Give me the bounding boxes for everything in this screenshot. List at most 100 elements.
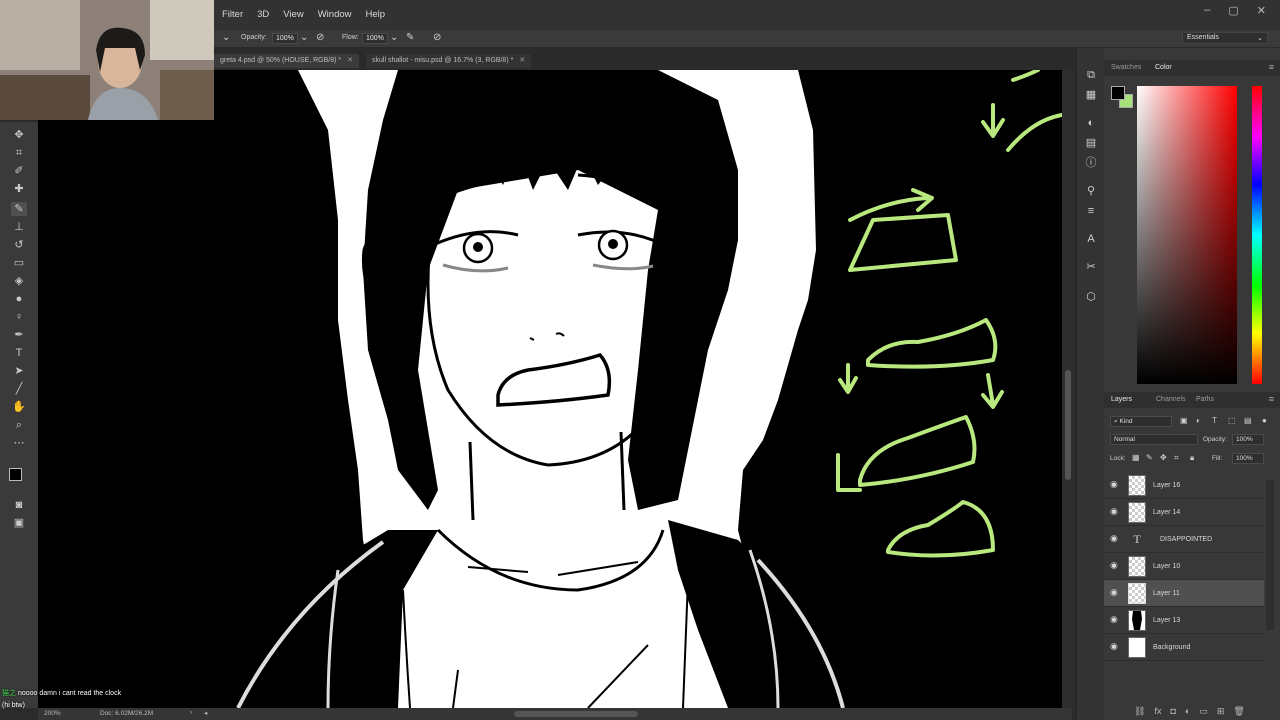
- pen-tool-icon[interactable]: ✒: [11, 328, 27, 342]
- tool-presets-icon[interactable]: ✂: [1083, 260, 1099, 274]
- eye-icon[interactable]: ◉: [1110, 479, 1118, 490]
- foreground-color-swatch[interactable]: [9, 468, 22, 481]
- tab-paths[interactable]: Paths: [1196, 396, 1214, 403]
- close-window-button[interactable]: ✕: [1257, 4, 1266, 17]
- workspace-select[interactable]: Essentials ⌄: [1182, 32, 1268, 44]
- type-tool-icon[interactable]: T: [11, 346, 27, 360]
- quick-mask-icon[interactable]: ◙: [11, 498, 27, 512]
- link-layers-icon[interactable]: ⛓: [1134, 706, 1145, 720]
- layer-row-selected[interactable]: ◉ Layer 11: [1104, 580, 1264, 607]
- document-canvas[interactable]: [38, 70, 1062, 708]
- new-group-icon[interactable]: ▭: [1199, 706, 1208, 720]
- menu-window[interactable]: Window: [318, 9, 352, 20]
- history-brush-icon[interactable]: ↺: [11, 238, 27, 252]
- layer-opacity-field[interactable]: 100%: [1232, 434, 1264, 445]
- eye-icon[interactable]: ◉: [1110, 587, 1118, 598]
- menu-filter[interactable]: Filter: [222, 9, 243, 20]
- color-panel-swatches[interactable]: [1111, 86, 1133, 108]
- filter-smart-object-icon[interactable]: ▤: [1244, 416, 1252, 425]
- trash-icon[interactable]: 🗑︎: [1233, 706, 1244, 720]
- layer-style-icon[interactable]: fx: [1154, 706, 1161, 720]
- menu-help[interactable]: Help: [366, 9, 386, 20]
- eye-icon[interactable]: ◉: [1110, 641, 1118, 652]
- add-mask-icon[interactable]: ◘: [1170, 706, 1175, 720]
- layer-row[interactable]: ◉ Layer 10: [1104, 553, 1264, 580]
- filter-shape-icon[interactable]: ⬚: [1228, 416, 1236, 425]
- menu-3d[interactable]: 3D: [257, 9, 269, 20]
- eye-icon[interactable]: ◉: [1110, 560, 1118, 571]
- tab-skull-shallot[interactable]: skull shallot - misu.psd @ 16.7% (3, RGB…: [366, 54, 532, 68]
- layer-row[interactable]: ◉ Layer 13: [1104, 607, 1264, 634]
- flow-field[interactable]: 100%: [362, 33, 388, 44]
- actions-panel-icon[interactable]: ▦: [1083, 88, 1099, 102]
- brush-preset-chevron-icon[interactable]: ⌄: [222, 32, 230, 43]
- canvas-horizontal-scrollbar[interactable]: [514, 711, 638, 717]
- lock-image-icon[interactable]: ✎: [1146, 453, 1153, 462]
- layer-row[interactable]: ◉ Layer 14: [1104, 499, 1264, 526]
- hand-tool-icon[interactable]: ✋: [11, 400, 27, 414]
- filter-adjustment-icon[interactable]: ◐: [1196, 416, 1201, 425]
- paint-bucket-icon[interactable]: ◈: [11, 274, 27, 288]
- close-icon[interactable]: ✕: [347, 57, 353, 64]
- clone-stamp-icon[interactable]: ⊥: [11, 220, 27, 234]
- healing-brush-icon[interactable]: ✚: [11, 182, 27, 196]
- canvas-vertical-scrollbar[interactable]: [1062, 70, 1074, 708]
- hue-slider[interactable]: [1252, 86, 1262, 384]
- filter-toggle-icon[interactable]: ●: [1262, 416, 1267, 425]
- tab-swatches[interactable]: Swatches: [1111, 64, 1141, 71]
- color-swatches[interactable]: [9, 468, 31, 490]
- layer-fill-field[interactable]: 100%: [1232, 453, 1264, 464]
- screen-mode-icon[interactable]: ▣: [11, 516, 27, 530]
- flow-chevron-icon[interactable]: ⌄: [390, 32, 398, 43]
- eye-icon[interactable]: ◉: [1110, 533, 1118, 544]
- blend-mode-select[interactable]: Normal: [1110, 434, 1198, 445]
- adjustment-layer-icon[interactable]: ◐: [1185, 706, 1190, 720]
- airbrush-icon[interactable]: ✎: [406, 32, 414, 43]
- opacity-field[interactable]: 100%: [272, 33, 298, 44]
- color-picker-field[interactable]: [1137, 86, 1237, 384]
- lock-position-icon[interactable]: ✥: [1160, 453, 1167, 462]
- history-panel-icon[interactable]: ⧉: [1083, 68, 1099, 82]
- maximize-button[interactable]: ▢: [1228, 4, 1238, 17]
- new-layer-icon[interactable]: ⊞: [1217, 706, 1225, 720]
- adjustments-panel-icon[interactable]: ◐: [1083, 116, 1099, 130]
- panel-menu-icon[interactable]: ≡: [1269, 62, 1274, 72]
- menu-view[interactable]: View: [283, 9, 303, 20]
- tab-layers[interactable]: Layers: [1111, 396, 1132, 403]
- panel-menu-icon[interactable]: ≡: [1269, 394, 1274, 404]
- crop-tool-icon[interactable]: ⌗: [11, 146, 27, 160]
- eye-icon[interactable]: ◉: [1110, 614, 1118, 625]
- foreground-color[interactable]: [1111, 86, 1125, 100]
- layer-filter-select[interactable]: ⌕ Kind: [1110, 416, 1172, 427]
- scrollbar-thumb[interactable]: [1065, 370, 1071, 480]
- 3d-panel-icon[interactable]: ⬡: [1083, 290, 1099, 304]
- character-panel-icon[interactable]: A: [1083, 232, 1099, 246]
- styles-panel-icon[interactable]: ▤: [1083, 136, 1099, 150]
- blur-tool-icon[interactable]: ●: [11, 292, 27, 306]
- layers-scrollbar[interactable]: [1266, 480, 1274, 630]
- brush-settings-icon[interactable]: ⚲: [1083, 184, 1099, 198]
- path-selection-icon[interactable]: ➤: [11, 364, 27, 378]
- eraser-tool-icon[interactable]: ▭: [11, 256, 27, 270]
- info-panel-icon[interactable]: ⓘ: [1083, 156, 1099, 170]
- lock-artboard-icon[interactable]: ⌗: [1174, 453, 1179, 463]
- lock-all-icon[interactable]: 🔒︎: [1190, 453, 1194, 463]
- minimize-button[interactable]: –: [1204, 4, 1210, 17]
- tab-greta[interactable]: greta 4.psd @ 50% (HOUSE, RGB/8) * ✕: [214, 54, 359, 68]
- move-tool-icon[interactable]: ✥: [11, 128, 27, 142]
- pressure-opacity-icon[interactable]: ⊘: [316, 32, 324, 43]
- brush-tool-icon[interactable]: ✎: [11, 202, 27, 216]
- layer-row[interactable]: ◉ T DISAPPOINTED: [1104, 526, 1264, 553]
- pressure-size-icon[interactable]: ⊘: [433, 32, 441, 43]
- layer-row[interactable]: ◉ Background: [1104, 634, 1264, 661]
- opacity-chevron-icon[interactable]: ⌄: [300, 32, 308, 43]
- zoom-tool-icon[interactable]: ⌕: [11, 418, 27, 432]
- close-icon[interactable]: ✕: [519, 57, 525, 64]
- scroll-left-icon[interactable]: ◂: [204, 709, 207, 717]
- more-tools-icon[interactable]: ⋯: [11, 436, 27, 450]
- brush-presets-icon[interactable]: ≡: [1083, 204, 1099, 218]
- line-tool-icon[interactable]: ╱: [11, 382, 27, 396]
- tab-color[interactable]: Color: [1155, 64, 1172, 71]
- eyedropper-tool-icon[interactable]: ✐: [11, 164, 27, 178]
- filter-type-icon[interactable]: T: [1212, 416, 1217, 425]
